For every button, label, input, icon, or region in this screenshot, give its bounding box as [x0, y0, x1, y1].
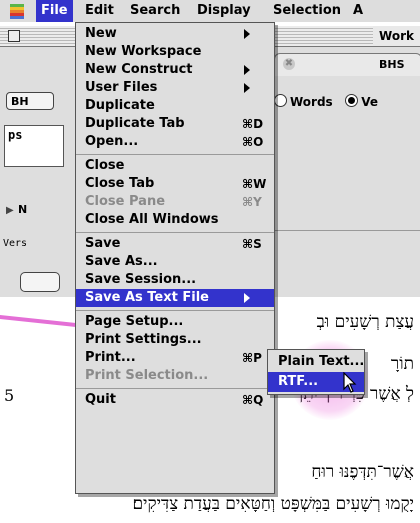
submenu-arrow-icon — [244, 29, 250, 39]
menu-item-duplicate-tab[interactable]: Duplicate Tab ⌘D — [76, 115, 274, 133]
submenu-arrow-icon — [244, 83, 250, 93]
menu-edit[interactable]: Edit — [80, 0, 119, 22]
menu-item-print-selection: Print Selection... — [85, 368, 209, 383]
radio-verse[interactable] — [345, 94, 359, 107]
menu-item-save-as[interactable]: Save As... — [76, 253, 274, 271]
divider — [262, 230, 420, 231]
tab-close-icon[interactable]: ✖ — [283, 58, 295, 70]
menu-item-page-setup[interactable]: Page Setup... — [76, 313, 274, 331]
submenu-item-plain-text[interactable]: Plain Text... — [268, 352, 364, 372]
text-line: עֲצַת רְשָׁעִים וּבְ — [316, 312, 414, 332]
text-line: תוֹרָ — [390, 354, 414, 374]
menu-item-duplicate[interactable]: Duplicate — [76, 97, 274, 115]
mouse-cursor-icon — [343, 372, 357, 393]
text-line: יָקֻמוּ רְשָׁעִים בַּמִּשְׁפָּט וְחַטָּא… — [132, 494, 414, 514]
menu-more[interactable]: A — [348, 0, 368, 22]
menu-item-new[interactable]: New — [76, 25, 274, 43]
menu-item-close-all-windows[interactable]: Close All Windows — [76, 211, 274, 229]
radio-words-label: Words — [290, 95, 333, 109]
menu-item-quit[interactable]: Quit ⌘Q — [76, 391, 274, 409]
menu-item-save-as-text-file[interactable]: Save As Text File — [76, 289, 274, 307]
menu-item-print-settings[interactable]: Print Settings... — [76, 331, 274, 349]
menu-item-print[interactable]: Print... ⌘P — [76, 349, 274, 367]
radio-verse-label: Ve — [361, 95, 379, 109]
version-button[interactable]: BH — [6, 92, 54, 110]
menu-item-open[interactable]: Open... ⌘O — [76, 133, 274, 151]
submenu-arrow-icon — [244, 65, 250, 75]
window-title: Work — [373, 26, 420, 46]
menu-item-new-workspace[interactable]: New Workspace — [76, 43, 274, 61]
menu-selection[interactable]: Selection — [268, 0, 346, 22]
menu-separator — [76, 310, 274, 311]
small-button[interactable] — [20, 272, 60, 292]
menu-item-user-files[interactable]: User Files — [76, 79, 274, 97]
menu-file[interactable]: File — [36, 0, 73, 22]
file-menu: New New Workspace New Construct User Fil… — [75, 22, 275, 494]
disclosure-triangle-icon[interactable]: ▶ — [6, 205, 14, 216]
radio-words[interactable] — [274, 94, 287, 107]
query-input[interactable]: ps — [4, 125, 64, 167]
verse-column-label: Vers — [3, 238, 28, 249]
text-line: אֲשֶׁר־תִּדְּפֶנּוּ רוּחַ — [311, 462, 414, 482]
window-close-box[interactable] — [8, 30, 20, 42]
menu-search[interactable]: Search — [125, 0, 185, 22]
menu-separator — [76, 232, 274, 233]
disclosure-label: N — [18, 203, 28, 216]
menu-separator — [76, 388, 274, 389]
menu-item-close-tab[interactable]: Close Tab ⌘W — [76, 175, 274, 193]
menu-bar: File Edit Search Display Selection A — [0, 0, 420, 23]
menu-item-save[interactable]: Save ⌘S — [76, 235, 274, 253]
verse-number: 5 — [4, 386, 15, 405]
tab-bhs[interactable]: ✖ BHS — [274, 53, 420, 76]
tab-label: BHS — [379, 58, 405, 71]
menu-item-new-construct[interactable]: New Construct — [76, 61, 274, 79]
menu-display[interactable]: Display — [192, 0, 256, 22]
apple-icon[interactable] — [6, 3, 28, 19]
menu-separator — [76, 154, 274, 155]
submenu-arrow-icon — [244, 293, 250, 303]
menu-item-close[interactable]: Close — [76, 157, 274, 175]
search-scope-radio-group: Words Ve — [274, 94, 378, 109]
menu-item-save-session[interactable]: Save Session... — [76, 271, 274, 289]
menu-item-close-pane: Close Pane ⌘Y — [85, 194, 262, 209]
